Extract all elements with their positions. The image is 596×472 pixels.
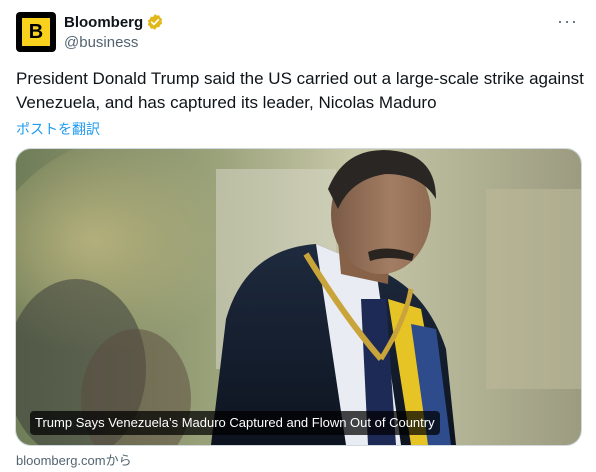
bloomberg-logo: B [22,18,50,46]
author-info: Bloomberg @business [64,12,164,51]
link-card[interactable]: Trump Says Venezuela’s Maduro Captured a… [15,148,582,446]
author-display-name[interactable]: Bloomberg [64,14,143,31]
author-handle[interactable]: @business [64,34,164,51]
translate-post-link[interactable]: ポストを翻訳 [16,119,100,139]
tweet-text: President Donald Trump said the US carri… [16,69,584,112]
more-options-icon[interactable]: ··· [557,12,578,30]
card-headline[interactable]: Trump Says Venezuela’s Maduro Captured a… [30,411,440,435]
card-source[interactable]: bloomberg.comから [16,450,132,469]
article-photo [16,149,581,445]
verified-badge-icon[interactable] [146,13,164,31]
author-avatar[interactable]: B [16,12,56,52]
